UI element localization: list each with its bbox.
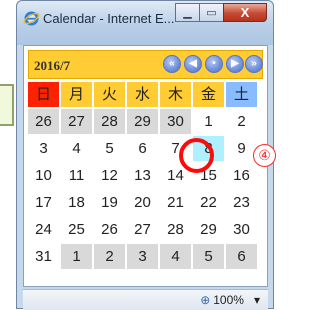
weekday-header: 土 bbox=[226, 82, 257, 107]
day-cell[interactable]: 30 bbox=[226, 217, 257, 242]
minimize-icon: ▁ bbox=[183, 7, 192, 19]
chevron-down-icon: ▾ bbox=[247, 293, 260, 307]
day-cell[interactable]: 4 bbox=[61, 136, 92, 161]
today-icon: • bbox=[212, 58, 216, 69]
day-cell-other-month[interactable]: 29 bbox=[127, 109, 158, 134]
prev-year-button[interactable]: « bbox=[163, 55, 181, 73]
weekday-header: 月 bbox=[61, 82, 92, 107]
day-cell[interactable]: 24 bbox=[28, 217, 59, 242]
minimize-button[interactable]: ▁ bbox=[175, 3, 200, 22]
browser-window: Calendar - Internet E... ▁ ▭ X 2016/7 « … bbox=[16, 0, 274, 310]
page-content: 2016/7 « ◀ • ▶ » 日月火水木金土 26 27 28 29 30 1 2 3 4 5 6… bbox=[23, 45, 268, 287]
day-cell-other-month[interactable]: 2 bbox=[94, 244, 125, 269]
day-cell-other-month[interactable]: 27 bbox=[61, 109, 92, 134]
day-cell-other-month[interactable]: 4 bbox=[160, 244, 191, 269]
day-cell[interactable]: 1 bbox=[193, 109, 224, 134]
close-icon: X bbox=[240, 5, 250, 20]
next-year-icon: » bbox=[251, 58, 257, 69]
maximize-icon: ▭ bbox=[206, 7, 217, 19]
next-month-button[interactable]: ▶ bbox=[226, 55, 244, 73]
highlight-circle bbox=[179, 138, 214, 173]
day-cell-other-month[interactable]: 3 bbox=[127, 244, 158, 269]
day-cell[interactable]: 25 bbox=[61, 217, 92, 242]
prev-month-button[interactable]: ◀ bbox=[184, 55, 202, 73]
zoom-icon: ⊕ bbox=[200, 293, 211, 307]
day-cell[interactable]: 29 bbox=[193, 217, 224, 242]
day-cell[interactable]: 11 bbox=[61, 163, 92, 188]
day-cell-other-month[interactable]: 26 bbox=[28, 109, 59, 134]
day-cell[interactable]: 10 bbox=[28, 163, 59, 188]
step-number-badge: ④ bbox=[253, 144, 276, 167]
day-cell[interactable]: 12 bbox=[94, 163, 125, 188]
next-year-button[interactable]: » bbox=[245, 55, 263, 73]
day-cell[interactable]: 31 bbox=[28, 244, 59, 269]
day-cell[interactable]: 21 bbox=[160, 190, 191, 215]
status-bar: ⊕ 100% ▾ bbox=[23, 289, 268, 310]
weekday-header: 日 bbox=[28, 82, 59, 107]
title-bar: Calendar - Internet E... ▁ ▭ X bbox=[17, 1, 273, 45]
next-month-icon: ▶ bbox=[231, 58, 239, 69]
prev-year-icon: « bbox=[169, 58, 175, 69]
month-label: 2016/7 bbox=[34, 58, 71, 73]
window-title: Calendar - Internet E... bbox=[43, 11, 175, 26]
day-cell[interactable]: 26 bbox=[94, 217, 125, 242]
zoom-level: 100% bbox=[213, 293, 244, 307]
day-cell[interactable]: 17 bbox=[28, 190, 59, 215]
prev-month-icon: ◀ bbox=[189, 58, 197, 69]
day-cell-other-month[interactable]: 30 bbox=[160, 109, 191, 134]
day-cell-other-month[interactable]: 1 bbox=[61, 244, 92, 269]
window-controls: ▁ ▭ X bbox=[175, 3, 267, 23]
day-cell[interactable]: 18 bbox=[61, 190, 92, 215]
internet-explorer-icon bbox=[23, 11, 40, 26]
day-cell[interactable]: 20 bbox=[127, 190, 158, 215]
calendar-header: 2016/7 « ◀ • ▶ » bbox=[28, 50, 263, 79]
day-cell[interactable]: 28 bbox=[160, 217, 191, 242]
weekday-header: 火 bbox=[94, 82, 125, 107]
close-button[interactable]: X bbox=[223, 3, 267, 22]
day-cell-other-month[interactable]: 28 bbox=[94, 109, 125, 134]
day-cell[interactable]: 22 bbox=[193, 190, 224, 215]
day-cell[interactable]: 5 bbox=[94, 136, 125, 161]
today-button[interactable]: • bbox=[205, 55, 223, 73]
zoom-control[interactable]: ⊕ 100% ▾ bbox=[200, 293, 260, 307]
day-cell[interactable]: 2 bbox=[226, 109, 257, 134]
day-cell-other-month[interactable]: 6 bbox=[226, 244, 257, 269]
weekday-header: 金 bbox=[193, 82, 224, 107]
day-cell[interactable]: 23 bbox=[226, 190, 257, 215]
weekday-header: 木 bbox=[160, 82, 191, 107]
day-cell[interactable]: 3 bbox=[28, 136, 59, 161]
day-cell-other-month[interactable]: 5 bbox=[193, 244, 224, 269]
background-label-box bbox=[0, 84, 14, 126]
maximize-button[interactable]: ▭ bbox=[199, 3, 224, 22]
day-cell[interactable]: 19 bbox=[94, 190, 125, 215]
day-cell[interactable]: 6 bbox=[127, 136, 158, 161]
day-cell[interactable]: 16 bbox=[226, 163, 257, 188]
day-cell[interactable]: 27 bbox=[127, 217, 158, 242]
weekday-header: 水 bbox=[127, 82, 158, 107]
day-cell[interactable]: 13 bbox=[127, 163, 158, 188]
